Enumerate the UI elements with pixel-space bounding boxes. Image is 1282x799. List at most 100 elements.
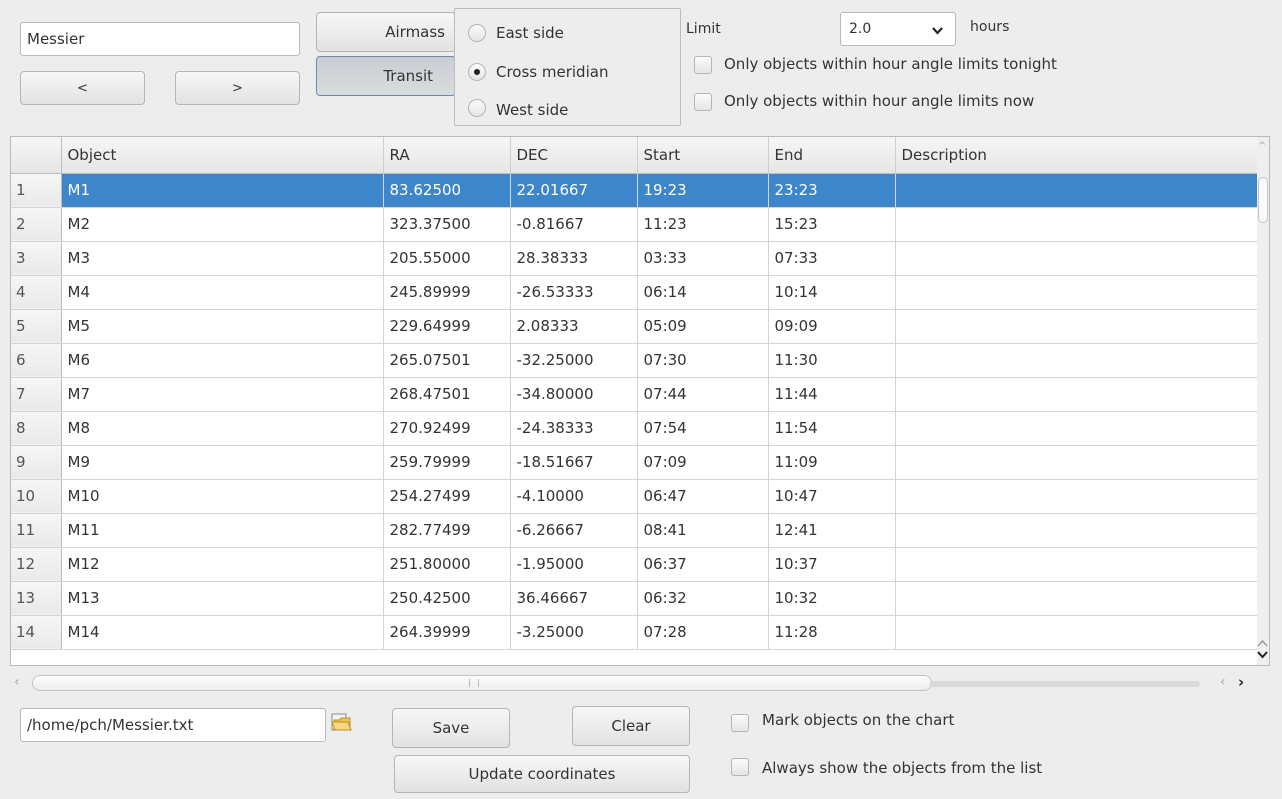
cell-ra[interactable]: 251.80000 [383, 547, 511, 582]
scroll-right-arrow-icon[interactable]: › [1238, 673, 1244, 691]
cell-object[interactable]: M4 [61, 275, 384, 310]
cell-description[interactable] [895, 411, 1263, 446]
cell-end[interactable]: 23:23 [768, 173, 896, 208]
table-row[interactable]: 14 M14 264.39999 -3.25000 07:28 11:28 [11, 615, 1263, 650]
cell-start[interactable]: 07:09 [637, 445, 769, 480]
cell-ra[interactable]: 254.27499 [383, 479, 511, 514]
cell-dec[interactable]: -4.10000 [510, 479, 638, 514]
cell-object[interactable]: M14 [61, 615, 384, 650]
horizontal-scroll-thumb[interactable] [32, 675, 932, 691]
cell-ra[interactable]: 323.37500 [383, 207, 511, 242]
column-header-dec[interactable]: DEC [510, 137, 638, 174]
cell-dec[interactable]: 22.01667 [510, 173, 638, 208]
cell-description[interactable] [895, 309, 1263, 344]
vertical-scroll-thumb[interactable] [1258, 177, 1268, 223]
scroll-left-arrow-icon[interactable]: ‹ [1220, 674, 1226, 690]
cell-start[interactable]: 07:44 [637, 377, 769, 412]
table-row[interactable]: 3 M3 205.55000 28.38333 03:33 07:33 [11, 241, 1263, 276]
row-number-header[interactable]: 11 [11, 513, 62, 548]
object-list-table[interactable]: Object RA DEC Start End Description 1 M1 8… [10, 136, 1270, 666]
table-row[interactable]: 8 M8 270.92499 -24.38333 07:54 11:54 [11, 411, 1263, 446]
cell-ra[interactable]: 250.42500 [383, 581, 511, 616]
cell-object[interactable]: M9 [61, 445, 384, 480]
cell-dec[interactable]: 28.38333 [510, 241, 638, 276]
save-button[interactable]: Save [392, 708, 510, 748]
file-path-input[interactable]: /home/pch/Messier.txt [20, 708, 326, 742]
column-header-description[interactable]: Description [895, 137, 1263, 174]
horizontal-scroll-track[interactable] [930, 681, 1200, 687]
clear-button[interactable]: Clear [572, 706, 690, 746]
row-number-header[interactable]: 12 [11, 547, 62, 582]
vertical-scrollbar[interactable]: ^ [1257, 137, 1269, 665]
cell-dec[interactable]: -0.81667 [510, 207, 638, 242]
always-show-checkbox[interactable] [731, 758, 749, 776]
row-number-header[interactable]: 14 [11, 615, 62, 650]
cell-dec[interactable]: -26.53333 [510, 275, 638, 310]
cell-description[interactable] [895, 581, 1263, 616]
cell-description[interactable] [895, 343, 1263, 378]
row-number-header[interactable]: 1 [11, 173, 62, 208]
cell-object[interactable]: M13 [61, 581, 384, 616]
cell-start[interactable]: 06:37 [637, 547, 769, 582]
cell-description[interactable] [895, 479, 1263, 514]
folder-open-icon[interactable] [330, 710, 354, 738]
next-button[interactable]: > [175, 71, 300, 105]
column-header-start[interactable]: Start [637, 137, 769, 174]
cell-start[interactable]: 07:28 [637, 615, 769, 650]
cell-ra[interactable]: 229.64999 [383, 309, 511, 344]
row-number-header[interactable]: 10 [11, 479, 62, 514]
cell-ra[interactable]: 83.62500 [383, 173, 511, 208]
cell-end[interactable]: 11:54 [768, 411, 896, 446]
cell-end[interactable]: 11:44 [768, 377, 896, 412]
table-row[interactable]: 11 M11 282.77499 -6.26667 08:41 12:41 [11, 513, 1263, 548]
cell-start[interactable]: 07:30 [637, 343, 769, 378]
cell-object[interactable]: M8 [61, 411, 384, 446]
cell-object[interactable]: M10 [61, 479, 384, 514]
cell-end[interactable]: 11:28 [768, 615, 896, 650]
scroll-up-icon[interactable]: ^ [1258, 141, 1266, 152]
column-header-ra[interactable]: RA [383, 137, 511, 174]
cell-object[interactable]: M12 [61, 547, 384, 582]
east-side-radio[interactable] [468, 24, 486, 42]
transit-button[interactable]: Transit [316, 56, 456, 96]
cell-end[interactable]: 09:09 [768, 309, 896, 344]
cell-dec[interactable]: -18.51667 [510, 445, 638, 480]
west-side-radio[interactable] [468, 99, 486, 117]
cell-ra[interactable]: 264.39999 [383, 615, 511, 650]
cell-start[interactable]: 19:23 [637, 173, 769, 208]
cell-description[interactable] [895, 241, 1263, 276]
tonight-limits-checkbox[interactable] [694, 56, 712, 74]
table-row[interactable]: 4 M4 245.89999 -26.53333 06:14 10:14 [11, 275, 1263, 310]
cell-description[interactable] [895, 275, 1263, 310]
cell-dec[interactable]: -6.26667 [510, 513, 638, 548]
row-number-header[interactable]: 9 [11, 445, 62, 480]
cell-end[interactable]: 11:30 [768, 343, 896, 378]
cell-description[interactable] [895, 173, 1263, 208]
cell-ra[interactable]: 245.89999 [383, 275, 511, 310]
cell-dec[interactable]: 36.46667 [510, 581, 638, 616]
cell-description[interactable] [895, 513, 1263, 548]
table-row[interactable]: 9 M9 259.79999 -18.51667 07:09 11:09 [11, 445, 1263, 480]
table-row[interactable]: 2 M2 323.37500 -0.81667 11:23 15:23 [11, 207, 1263, 242]
catalog-name-input[interactable]: Messier [20, 22, 300, 56]
cell-end[interactable]: 07:33 [768, 241, 896, 276]
cell-dec[interactable]: 2.08333 [510, 309, 638, 344]
cell-start[interactable]: 05:09 [637, 309, 769, 344]
scroll-down-arrows-icon[interactable] [1257, 637, 1268, 665]
cell-object[interactable]: M11 [61, 513, 384, 548]
cell-description[interactable] [895, 445, 1263, 480]
table-row[interactable]: 5 M5 229.64999 2.08333 05:09 09:09 [11, 309, 1263, 344]
cell-description[interactable] [895, 547, 1263, 582]
cell-object[interactable]: M5 [61, 309, 384, 344]
cell-ra[interactable]: 268.47501 [383, 377, 511, 412]
prev-button[interactable]: < [20, 71, 145, 105]
cell-description[interactable] [895, 377, 1263, 412]
cell-description[interactable] [895, 615, 1263, 650]
cell-start[interactable]: 11:23 [637, 207, 769, 242]
table-row[interactable]: 6 M6 265.07501 -32.25000 07:30 11:30 [11, 343, 1263, 378]
cell-object[interactable]: M6 [61, 343, 384, 378]
cell-end[interactable]: 10:32 [768, 581, 896, 616]
scroll-left-icon[interactable]: ‹ [14, 674, 20, 690]
table-row[interactable]: 13 M13 250.42500 36.46667 06:32 10:32 [11, 581, 1263, 616]
cell-end[interactable]: 12:41 [768, 513, 896, 548]
